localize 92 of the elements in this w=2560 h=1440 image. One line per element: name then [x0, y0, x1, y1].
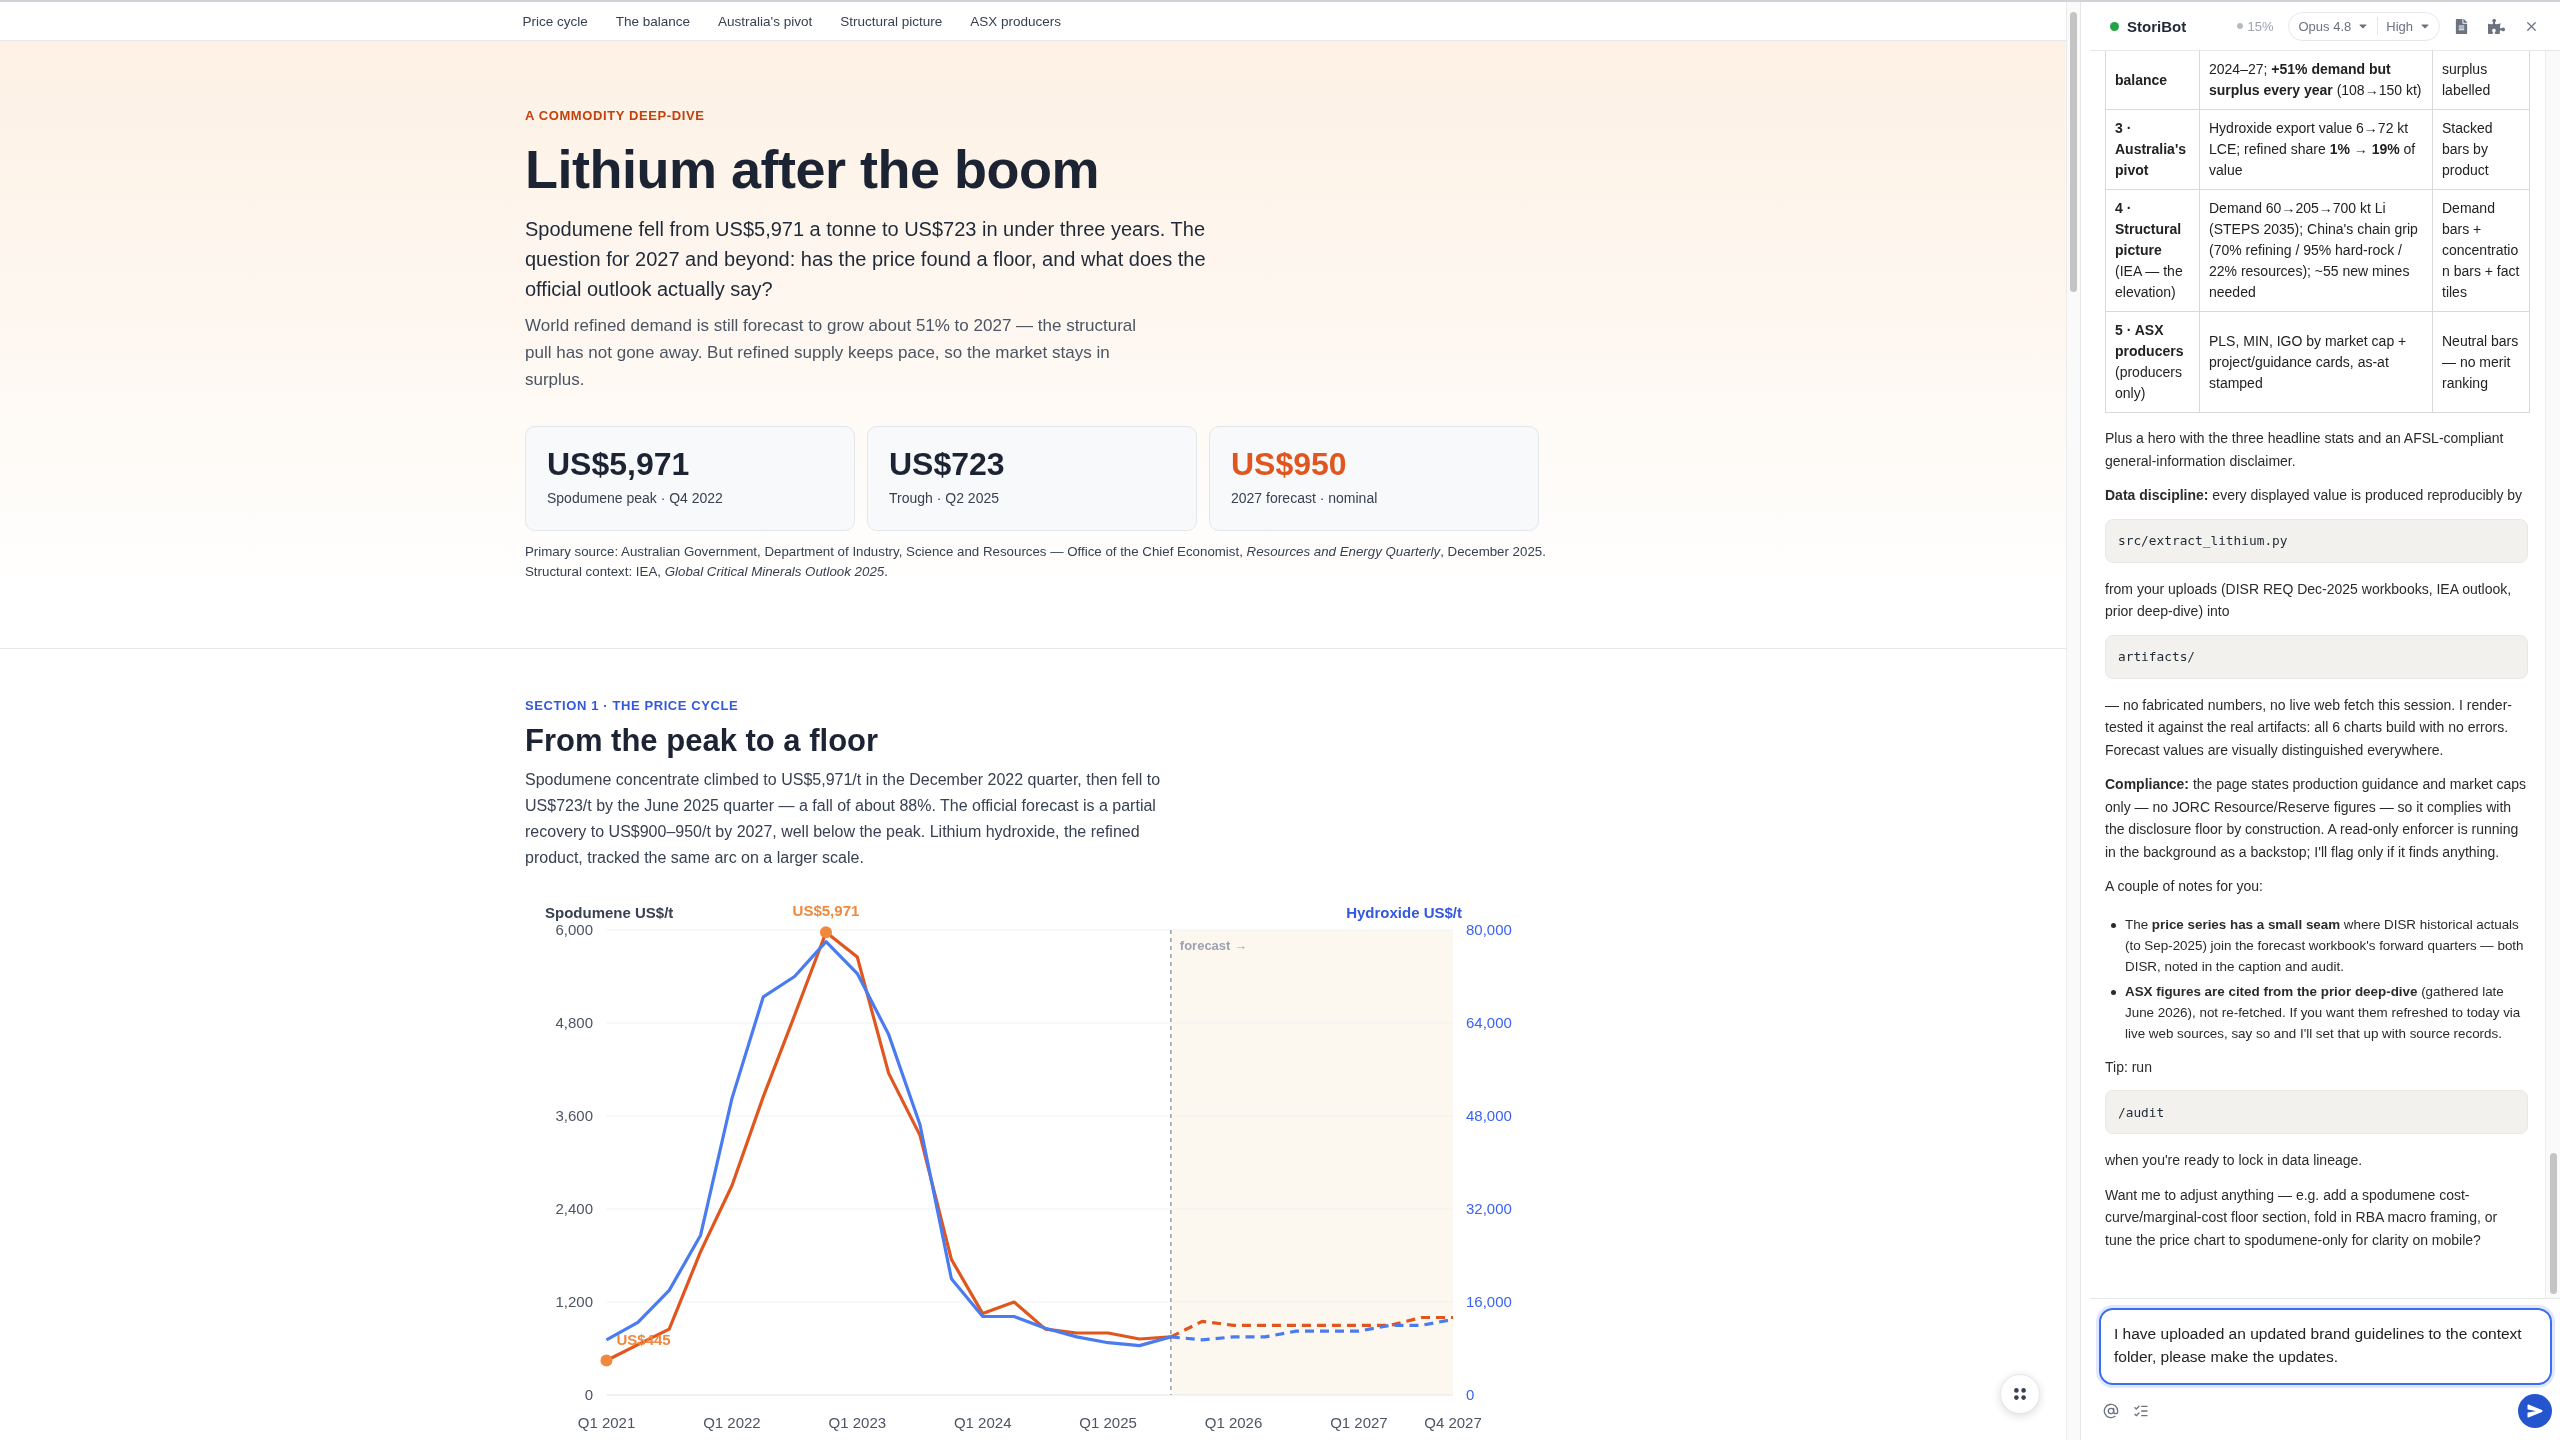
axis-tick-label: 2,400 — [555, 1200, 593, 1217]
axis-tick-label: Q1 2021 — [577, 1414, 636, 1431]
axis-tick-label: 16,000 — [1466, 1293, 1512, 1310]
forecast-label: forecast → — [1179, 938, 1248, 953]
axis-tick-label: Q1 2025 — [1079, 1414, 1137, 1431]
bullet-icon — [2111, 989, 2116, 995]
message-text: Tip: run — [2105, 1057, 2153, 1077]
floating-action-button[interactable] — [2000, 1374, 2040, 1414]
axis-tick-label: 0 — [584, 1386, 593, 1403]
send-button[interactable] — [2518, 1393, 2552, 1428]
table-cell: 3 · Australia's pivot — [2105, 109, 2200, 190]
axis-title: Spodumene US$/t — [545, 904, 674, 921]
table-cell: balance — [2105, 51, 2200, 110]
table-cell: Demand bars + concentration bars + fact tiles — [2432, 189, 2530, 312]
eyebrow-label: A COMMODITY DEEP-DIVE — [525, 107, 706, 125]
mention-button[interactable] — [2103, 1402, 2119, 1419]
code-block: /audit — [2105, 1090, 2528, 1134]
at-sign-icon — [2103, 1402, 2119, 1419]
list-item-text: The price series has a small seam where DISR historical actuals (to Sep-2025) join the forecast workbook's forward quarters — both DISR, noted in the caption and audit. — [2125, 915, 2525, 976]
data-point-label: US$5,971 — [792, 902, 860, 920]
axis-tick-label: Q1 2027 — [1330, 1414, 1388, 1431]
message-input[interactable]: I have uploaded an updated brand guidelines to the context folder, please make the updates. — [2099, 1308, 2552, 1385]
source-note: Structural context: IEA, Global Critical Minerals Outlook 2025. — [525, 563, 889, 581]
data-point-marker — [600, 1354, 613, 1367]
grid-dots-icon — [2014, 1388, 2026, 1400]
message-text: Data discipline: every displayed value is produced reproducibly by — [2105, 486, 2524, 505]
message-text: from your uploads (DISR REQ Dec-2025 workbooks, IEA outlook, prior deep-dive) into — [2105, 579, 2513, 621]
stat-caption: Trough · Q2 2025 — [889, 489, 1000, 508]
stat-value: US$950 — [1231, 445, 1348, 483]
axis-tick-label: 0 — [1466, 1386, 1475, 1403]
code-block: src/extract_lithium.py — [2105, 518, 2528, 563]
section-paragraph: Spodumene concentrate climbed to US$5,971/t in the December 2022 quarter, then fell to US$723/t by the June 2025 quarter — a fall of about 88%. The official forecast is a partial recovery to US$900–950/t by 2027, well below the peak. Lithium hydroxide, the refined product, tracked the same arc on a larger scale. — [525, 770, 1162, 868]
intro-paragraph: World refined demand is still forecast to grow about 51% to 2027 — the structural pull has not gone away. But refined supply keeps pace, so the market stays in surplus. — [525, 315, 1138, 391]
dot-icon — [2237, 23, 2244, 29]
message-text: Compliance: the page states production guidance and market caps only — no JORC Resource/Reserve figures — so it complies with the disclosure floor by construction. A read-only enforcer is running in the background as a backstop; I'll flag only if it finds anything. — [2105, 775, 2527, 862]
document-button[interactable] — [2454, 18, 2469, 34]
axis-tick-label: 32,000 — [1466, 1200, 1512, 1217]
table-cell: 4 · Structural picture (IEA — the elevation) — [2105, 189, 2200, 312]
table-cell: PLS, MIN, IGO by market cap + project/guidance cards, as-at stamped — [2199, 311, 2433, 413]
stat-caption: Spodumene peak · Q4 2022 — [547, 489, 724, 508]
axis-tick-label: Q1 2022 — [703, 1414, 761, 1431]
message-text: — no fabricated numbers, no live web fetch this session. I render-tested it against the real artifacts: all 6 charts build with no errors. Forecast values are visually distinguished everywhere. — [2105, 695, 2513, 760]
document-icon — [2454, 18, 2469, 34]
axis-tick-label: 4,800 — [555, 1014, 593, 1031]
message-text: A couple of notes for you: — [2105, 877, 2264, 896]
axis-tick-label: 48,000 — [1466, 1107, 1512, 1124]
extensions-button[interactable] — [2488, 17, 2505, 35]
section-title: From the peak to a floor — [525, 722, 880, 760]
axis-tick-label: 1,200 — [555, 1293, 593, 1310]
message-text: Plus a hero with the three headline stats and an AFSL-compliant general-information disclaimer. — [2105, 429, 2505, 471]
message-text: when you're ready to lock in data lineage. — [2105, 1151, 2364, 1170]
model-select[interactable]: Opus 4.8 — [2298, 18, 2370, 34]
nav-link[interactable]: The balance — [615, 13, 691, 29]
nav-link[interactable]: Price cycle — [522, 13, 588, 29]
data-point-marker — [819, 926, 832, 939]
axis-tick-label: 64,000 — [1466, 1014, 1512, 1031]
axis-tick-label: Q1 2026 — [1204, 1414, 1263, 1431]
axis-tick-label: 3,600 — [555, 1107, 593, 1124]
stat-value: US$5,971 — [547, 445, 691, 483]
axis-tick-label: Q1 2024 — [953, 1414, 1012, 1431]
scrollbar-thumb[interactable] — [2070, 12, 2077, 292]
nav-link[interactable]: Australia's pivot — [718, 13, 813, 29]
stat-value: US$723 — [889, 445, 1006, 483]
scrollbar-thumb[interactable] — [2550, 1153, 2557, 1294]
page-title: Lithium after the boom — [525, 138, 1100, 200]
table-cell: 5 · ASX producers (producers only) — [2105, 311, 2200, 413]
table-cell: Demand 60→205→700 kt Li (STEPS 2035); China's chain grip (70% refining / 95% hard-rock / 22% resources); ~55 new mines needed — [2199, 189, 2433, 312]
message-text: Want me to adjust anything — e.g. add a spodumene cost-curve/marginal-cost floor section, fold in RBA macro framing, or tune the price chart to spodumene-only for clarity on mobile? — [2105, 1185, 2499, 1250]
axis-tick-label: Q1 2023 — [828, 1414, 887, 1431]
code-block: artifacts/ — [2105, 634, 2528, 679]
table-cell: 2024–27; +51% demand but surplus every year (108→150 kt) — [2199, 51, 2433, 110]
source-note: Primary source: Australian Government, Department of Industry, Science and Resources — Office of the Chief Economist, Resources and Energy Quarterly, December 2025. — [525, 543, 1547, 561]
effort-select[interactable]: High — [2386, 18, 2431, 34]
table-cell: Stacked bars by product — [2432, 109, 2530, 190]
axis-tick-label: Q4 2027 — [1424, 1414, 1482, 1431]
table-cell: Neutral bars — no merit ranking — [2432, 311, 2530, 413]
nav-link[interactable]: ASX producers — [970, 13, 1062, 29]
lead-paragraph: Spodumene fell from US$5,971 a tonne to US$723 in under three years. The question for 2027 and beyond: has the price found a floor, and what does the official outlook actually say? — [525, 217, 1207, 302]
section-eyebrow: SECTION 1 · THE PRICE CYCLE — [525, 697, 740, 715]
stat-caption: 2027 forecast · nominal — [1231, 489, 1379, 508]
puzzle-icon — [2488, 17, 2505, 35]
list-item-text: ASX figures are cited from the prior deep-dive (gathered late June 2026), not re-fetched. If you want them refreshed to today via live web sources, say so and I'll set that up with source records. — [2125, 982, 2522, 1043]
nav-link[interactable]: Structural picture — [840, 13, 943, 29]
table-cell: Hydroxide export value 6→72 kt LCE; refined share 1% → 19% of value — [2199, 109, 2433, 190]
axis-title: Hydroxide US$/t — [1346, 904, 1462, 921]
bullet-icon — [2111, 922, 2116, 928]
axis-tick-label: 6,000 — [555, 921, 593, 938]
context-usage: 15% — [2247, 18, 2274, 34]
assistant-name: StoriBot — [2127, 17, 2187, 35]
axis-tick-label: 80,000 — [1466, 921, 1512, 938]
table-cell: surplus labelled — [2432, 51, 2530, 110]
send-icon — [2527, 1402, 2543, 1419]
